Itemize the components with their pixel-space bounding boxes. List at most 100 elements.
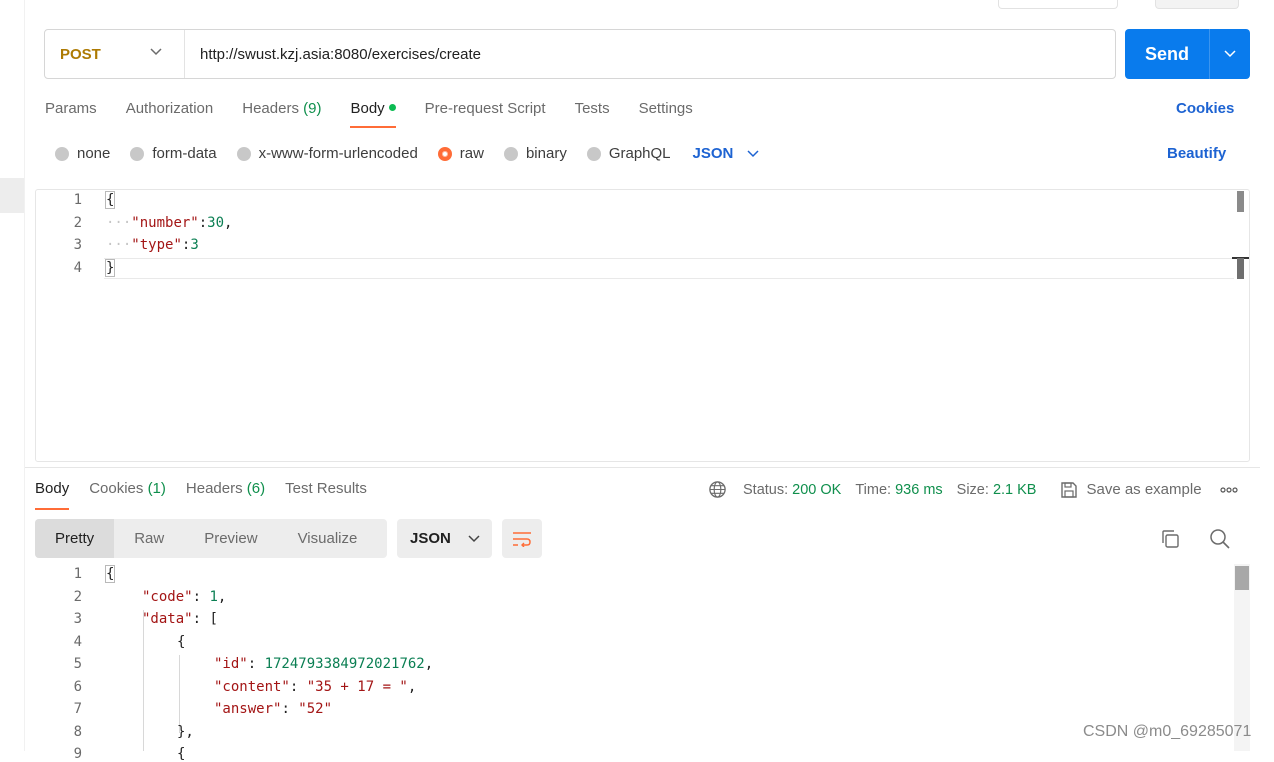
chevron-down-icon [468, 534, 480, 542]
view-mode-segmented: Pretty Raw Preview Visualize [35, 519, 387, 558]
tab-tests[interactable]: Tests [575, 100, 610, 128]
json-sep: : [198, 215, 208, 231]
response-tab-headers[interactable]: Headers (6) [186, 480, 265, 510]
line-number: 3 [73, 237, 82, 253]
view-preview[interactable]: Preview [184, 519, 277, 558]
tab-count: (9) [303, 100, 322, 117]
tab-label: Settings [638, 100, 693, 117]
editor-scrollbar-thumb[interactable] [1237, 191, 1244, 212]
url-input[interactable]: http://swust.kzj.asia:8080/exercises/cre… [185, 46, 481, 63]
brace: { [177, 746, 186, 762]
tab-label: Cookies [89, 480, 148, 497]
radio-form-data[interactable]: form-data [130, 145, 217, 162]
view-raw[interactable]: Raw [114, 519, 184, 558]
radio-binary[interactable]: binary [503, 145, 567, 162]
tab-headers[interactable]: Headers (9) [242, 100, 321, 128]
json-key: "answer" [214, 701, 282, 717]
tab-body[interactable]: Body [350, 100, 396, 128]
tab-settings[interactable]: Settings [639, 100, 693, 128]
response-meta: Status: 200 OK Time: 936 ms Size: 2.1 KB… [708, 480, 1238, 499]
view-pretty[interactable]: Pretty [35, 519, 115, 558]
save-icon [1061, 481, 1078, 498]
json-key: "type" [131, 237, 182, 253]
code-line: ···"type":3 [106, 237, 199, 253]
line-number: 7 [73, 701, 82, 717]
response-tab-cookies[interactable]: Cookies (1) [89, 480, 166, 510]
radio-circle [130, 146, 145, 161]
more-icon[interactable] [1219, 486, 1238, 493]
current-line-highlight [104, 258, 1234, 279]
chevron-down-icon [747, 149, 759, 157]
radio-circle [236, 146, 251, 161]
toolbar-toggle-stub [1155, 0, 1239, 9]
time-value[interactable]: 936 ms [895, 482, 943, 498]
response-tab-body[interactable]: Body [35, 480, 70, 510]
radio-label: form-data [152, 145, 217, 162]
chevron-down-icon [150, 48, 162, 56]
beautify-link[interactable]: Beautify [1167, 145, 1226, 162]
cookies-link[interactable]: Cookies [1176, 100, 1234, 117]
radio-urlencoded[interactable]: x-www-form-urlencoded [236, 145, 418, 162]
method-select[interactable]: POST [45, 30, 185, 78]
code-line: ···"number":30, [106, 215, 232, 231]
line-number: 3 [73, 611, 82, 627]
line-number: 8 [73, 724, 82, 740]
body-indicator-dot [388, 104, 396, 111]
search-icon[interactable] [1209, 528, 1231, 550]
radio-label: raw [459, 145, 484, 162]
radio-graphql[interactable]: GraphQL [586, 145, 671, 162]
size-value[interactable]: 2.1 KB [993, 482, 1037, 498]
indent-guide [179, 655, 180, 733]
radio-circle-selected [437, 146, 452, 161]
code-line: }, [177, 724, 194, 740]
response-format-select[interactable]: JSON [397, 519, 492, 558]
status-label: Status: [743, 481, 789, 498]
tab-params[interactable]: Params [45, 100, 97, 128]
code-line: "code": 1, [142, 589, 227, 605]
code-line: "answer": "52" [214, 701, 333, 717]
response-tabs: Body Cookies (1) Headers (6) Test Result… [35, 480, 387, 510]
send-button[interactable]: Send [1125, 29, 1250, 79]
tab-authorization[interactable]: Authorization [126, 100, 214, 128]
code-line: { [104, 565, 116, 583]
code-line: "content": "35 + 17 = ", [214, 679, 417, 695]
request-tabs: Params Authorization Headers (9) Body Pr… [45, 100, 722, 128]
brace: { [177, 634, 186, 650]
copy-icon[interactable] [1160, 529, 1180, 549]
indent-dots: ··· [106, 237, 132, 253]
save-as-example-button[interactable]: Save as example [1060, 481, 1202, 499]
code-line: { [104, 191, 116, 209]
response-format-label: JSON [410, 530, 451, 547]
json-key: "number" [131, 215, 199, 231]
json-bracket: [ [209, 611, 218, 627]
pane-divider[interactable] [25, 467, 1260, 468]
radio-circle [55, 146, 69, 161]
tab-label: Tests [574, 100, 610, 117]
line-number: 2 [73, 215, 82, 231]
wrap-lines-button[interactable] [502, 519, 542, 558]
watermark: CSDN @m0_69285071 [1083, 723, 1252, 740]
line-number: 1 [73, 566, 82, 582]
response-scrollbar-thumb[interactable] [1235, 566, 1249, 590]
radio-circle [503, 146, 518, 161]
status-value[interactable]: 200 OK [792, 482, 841, 498]
tab-pre-request-script[interactable]: Pre-request Script [425, 100, 546, 128]
response-tab-test-results[interactable]: Test Results [285, 480, 367, 510]
brace: }, [177, 724, 194, 740]
view-visualize[interactable]: Visualize [278, 519, 378, 558]
json-value: 1724793384972021762 [264, 656, 425, 672]
save-as-example-label: Save as example [1086, 481, 1202, 498]
radio-raw[interactable]: raw [437, 145, 484, 162]
json-value: 30 [207, 215, 225, 231]
radio-label: GraphQL [608, 145, 671, 162]
radio-circle [586, 146, 601, 161]
raw-format-select[interactable]: JSON [693, 145, 760, 162]
send-options-button[interactable] [1210, 50, 1250, 58]
radio-none[interactable]: none [55, 145, 110, 162]
tab-count: (1) [147, 480, 166, 497]
code-line: "id": 1724793384972021762, [214, 656, 434, 672]
brace: } [104, 259, 116, 277]
globe-icon[interactable] [708, 480, 727, 499]
size-label: Size: [956, 481, 989, 498]
tab-label: Authorization [125, 100, 214, 117]
